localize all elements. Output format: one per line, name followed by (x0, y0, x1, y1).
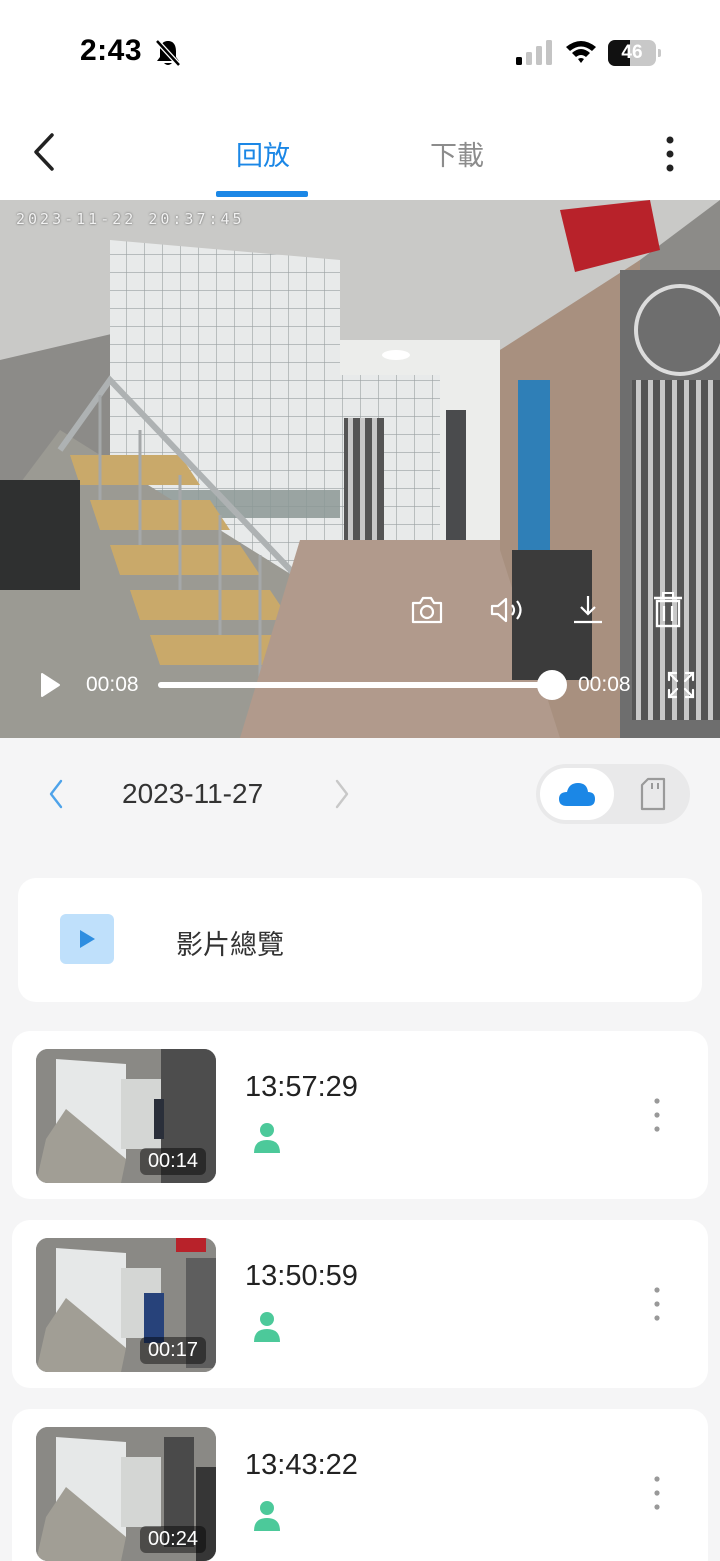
progress-bar[interactable] (158, 670, 567, 700)
vertical-dots-icon (654, 1098, 660, 1132)
status-bar: 2:43 46 (0, 0, 720, 100)
clip-more-button[interactable] (642, 1093, 672, 1137)
previous-date-button[interactable] (36, 772, 76, 816)
play-square-icon (60, 914, 114, 964)
video-frame (0, 200, 720, 738)
clip-thumbnail: 00:14 (36, 1049, 216, 1183)
clip-item[interactable]: 00:24 13:43:22 (12, 1409, 708, 1561)
video-player[interactable]: 2023-11-22 20:37:45 00:08 00:08 (0, 200, 720, 738)
delete-clip-button[interactable] (650, 590, 686, 630)
person-detected-icon (253, 1121, 281, 1155)
battery-icon: 46 (608, 40, 661, 66)
download-icon (574, 596, 602, 624)
vertical-dots-icon (654, 1287, 660, 1321)
clip-duration: 00:17 (139, 1337, 206, 1364)
vertical-dots-icon (654, 1476, 660, 1510)
video-timestamp-overlay: 2023-11-22 20:37:45 (16, 210, 245, 228)
cloud-icon (559, 783, 595, 806)
person-detected-icon (253, 1310, 281, 1344)
bell-muted-icon (154, 38, 182, 68)
chevron-left-icon (34, 133, 54, 171)
clip-more-button[interactable] (642, 1282, 672, 1326)
sd-card-storage-option[interactable] (622, 768, 684, 820)
clip-more-button[interactable] (642, 1471, 672, 1515)
sd-card-icon (640, 777, 666, 811)
storage-source-toggle (536, 764, 690, 824)
download-clip-button[interactable] (570, 592, 606, 628)
speaker-icon (490, 597, 522, 623)
cellular-signal-icon (514, 40, 554, 66)
tab-playback[interactable]: 回放 (236, 134, 290, 173)
camera-icon (411, 596, 443, 624)
volume-button[interactable] (488, 592, 528, 628)
clip-time: 13:57:29 (245, 1071, 358, 1103)
progress-thumb[interactable] (537, 670, 567, 700)
tab-download[interactable]: 下載 (430, 134, 484, 173)
back-button[interactable] (24, 128, 64, 176)
duration-time: 00:08 (578, 673, 631, 696)
chevron-right-icon (335, 779, 349, 809)
more-options-button[interactable] (650, 130, 690, 178)
video-overview-card[interactable]: 影片總覽 (18, 878, 702, 1002)
clip-time: 13:50:59 (245, 1260, 358, 1292)
status-time: 2:43 (80, 34, 143, 67)
person-detected-icon (253, 1499, 281, 1533)
clip-item[interactable]: 00:14 13:57:29 (12, 1031, 708, 1199)
vertical-dots-icon (666, 136, 674, 172)
clip-duration: 00:24 (139, 1526, 206, 1553)
chevron-left-icon (49, 779, 63, 809)
clip-item[interactable]: 00:17 13:50:59 (12, 1220, 708, 1388)
fullscreen-icon (667, 671, 695, 699)
snapshot-button[interactable] (408, 592, 446, 628)
play-button[interactable] (34, 670, 66, 700)
clip-duration: 00:14 (139, 1148, 206, 1175)
wifi-icon (564, 38, 598, 66)
trash-icon (654, 592, 682, 628)
battery-percentage: 46 (621, 42, 643, 63)
play-icon (41, 673, 60, 697)
overview-label: 影片總覽 (176, 930, 284, 960)
cloud-storage-option[interactable] (540, 768, 614, 820)
top-nav-bar: 回放 下載 (0, 100, 720, 200)
fullscreen-button[interactable] (664, 668, 698, 702)
clip-time: 13:43:22 (245, 1449, 358, 1481)
clip-thumbnail: 00:17 (36, 1238, 216, 1372)
selected-date[interactable]: 2023-11-27 (122, 778, 263, 810)
current-time: 00:08 (86, 673, 139, 696)
next-date-button[interactable] (322, 772, 362, 816)
clip-thumbnail: 00:24 (36, 1427, 216, 1561)
progress-fill (158, 682, 552, 688)
active-tab-indicator (216, 191, 308, 197)
